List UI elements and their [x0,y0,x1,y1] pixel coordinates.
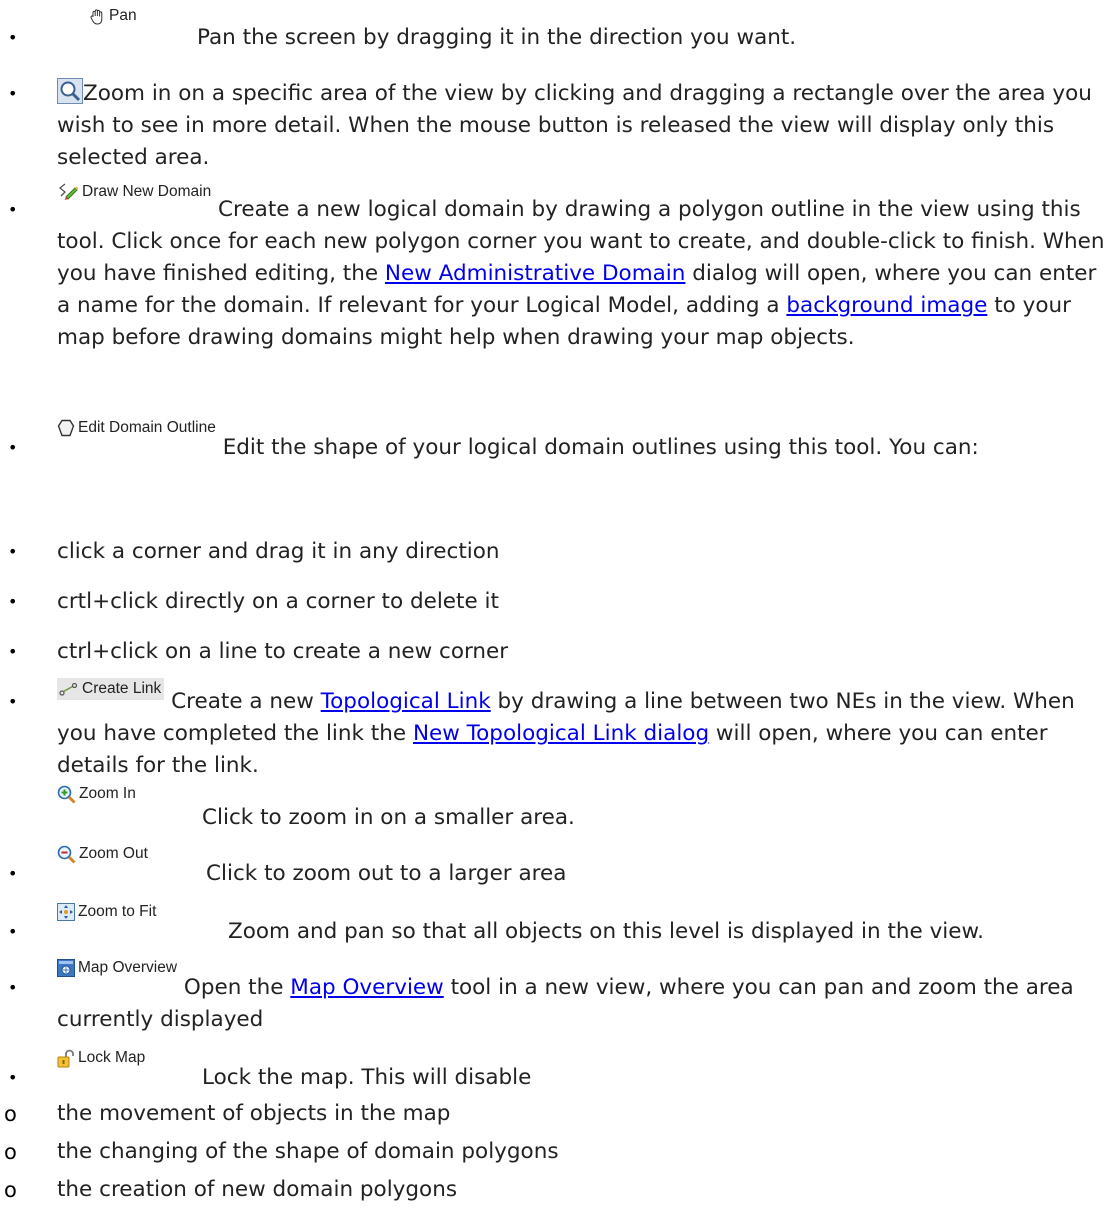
pan-button[interactable]: Pan [89,6,137,26]
sub-list-item: o the creation of new domain polygons [0,1172,1117,1210]
item-text: Click to zoom in on a smaller area. [202,805,575,830]
item-text: Draw New Domain Create a new logical dom… [57,183,1111,354]
polygon-outline-icon [57,419,75,437]
create-link-label: Create Link [82,680,162,697]
item-text: click a corner and drag it in any direct… [57,539,500,564]
zoom-out-label: Zoom Out [79,845,148,862]
map-overview-icon [57,959,75,977]
background-image-link[interactable]: background image [786,293,987,318]
lock-map-button[interactable]: Lock Map [57,1048,145,1068]
zoom-out-button[interactable]: Zoom Out [57,844,148,864]
zoom-in-label: Zoom In [79,785,136,802]
zoom-to-fit-icon [57,903,75,921]
sub-bullet: o [4,1178,17,1202]
link-icon [59,682,78,696]
bullet: • [8,592,18,611]
sub-item-text: the changing of the shape of domain poly… [57,1139,559,1164]
new-topological-link-dialog-link[interactable]: New Topological Link dialog [413,721,709,746]
topological-link-link[interactable]: Topological Link [321,689,491,714]
bullet: • [8,692,18,711]
bullet: • [8,28,18,47]
create-link-button[interactable]: Create Link [57,678,165,700]
sub-item-text: the creation of new domain polygons [57,1177,458,1202]
bullet: • [8,542,18,561]
map-overview-button[interactable]: Map Overview [57,958,177,978]
draw-domain-icon [58,183,79,200]
bullet: • [8,200,18,219]
lock-map-label: Lock Map [78,1049,146,1066]
sub-bullet: o [4,1102,17,1126]
list-item: • ctrl+click on a line to create a new c… [0,626,1117,676]
list-item: • crtl+click directly on a corner to del… [0,576,1117,626]
item-text: crtl+click directly on a corner to delet… [57,589,499,614]
item-text: Pan the screen by dragging it in the dir… [197,25,797,50]
zoom-in-button[interactable]: Zoom In [57,784,136,804]
hand-icon [90,8,103,25]
zoom-out-icon [57,845,76,864]
item-text: Zoom in on a specific area of the view b… [57,81,1092,170]
item-text-part: Create a new [171,689,321,714]
list-item: • Zoom Out Click to zoom out to a larger… [0,844,1117,900]
bullet: • [8,922,18,941]
sub-item-text: the movement of objects in the map [57,1101,451,1126]
list-item: Zoom In Click to zoom in on a smaller ar… [0,784,1117,844]
zoom-in-icon [57,785,76,804]
draw-new-domain-label: Draw New Domain [82,183,212,200]
item-text: Edit Domain Outline Edit the shape of yo… [57,419,1111,464]
zoom-to-fit-label: Zoom to Fit [78,903,157,920]
list-item: • Edit Domain Outline Edit the shape of … [0,410,1117,526]
bullet: • [8,642,18,661]
draw-new-domain-button[interactable]: Draw New Domain [57,182,211,202]
bullet: • [8,1068,18,1087]
edit-domain-outline-label: Edit Domain Outline [78,419,216,436]
item-text-part: Open the [183,975,291,1000]
list-item: • Map Overview Open the Map Overview too… [0,956,1117,1048]
map-overview-link[interactable]: Map Overview [290,975,443,1000]
list-item: • Draw New Domain Create a new logical d… [0,183,1117,410]
item-text: Lock the map. This will disable [202,1065,532,1090]
item-text: Map Overview Open the Map Overview tool … [57,959,1111,1036]
sub-bullet: o [4,1140,17,1164]
list-item: • Create Link Create a new Topological L… [0,676,1117,784]
list-item: • Lock Map Lock the map. This will disab… [0,1048,1117,1096]
list-item: • Zoom to Fit Zoom and pan so that all o… [0,900,1117,956]
sub-list-item: o the changing of the shape of domain po… [0,1134,1117,1172]
lock-icon [57,1049,74,1067]
edit-domain-outline-button[interactable]: Edit Domain Outline [57,418,216,438]
item-text: Zoom and pan so that all objects on this… [228,919,984,944]
list-item: • click a corner and drag it in any dire… [0,526,1117,576]
item-text: Click to zoom out to a larger area [206,861,567,886]
item-text: Create Link Create a new Topological Lin… [57,678,1111,782]
map-overview-label: Map Overview [78,959,178,976]
bullet: • [8,438,18,457]
item-text-part: Edit the shape of your logical domain ou… [222,435,979,460]
item-text: ctrl+click on a line to create a new cor… [57,639,509,664]
bullet: • [8,84,18,103]
sub-list-item: o the movement of objects in the map [0,1096,1117,1134]
new-administrative-domain-link[interactable]: New Administrative Domain [385,261,686,286]
bullet: • [8,978,18,997]
list-item: • Zoom in on a specific area of the view… [0,68,1117,184]
bullet: • [8,864,18,883]
pan-label: Pan [109,7,137,24]
zoom-to-fit-button[interactable]: Zoom to Fit [57,902,156,922]
list-item: • Pan Pan the screen by dragging it in t… [0,0,1117,68]
